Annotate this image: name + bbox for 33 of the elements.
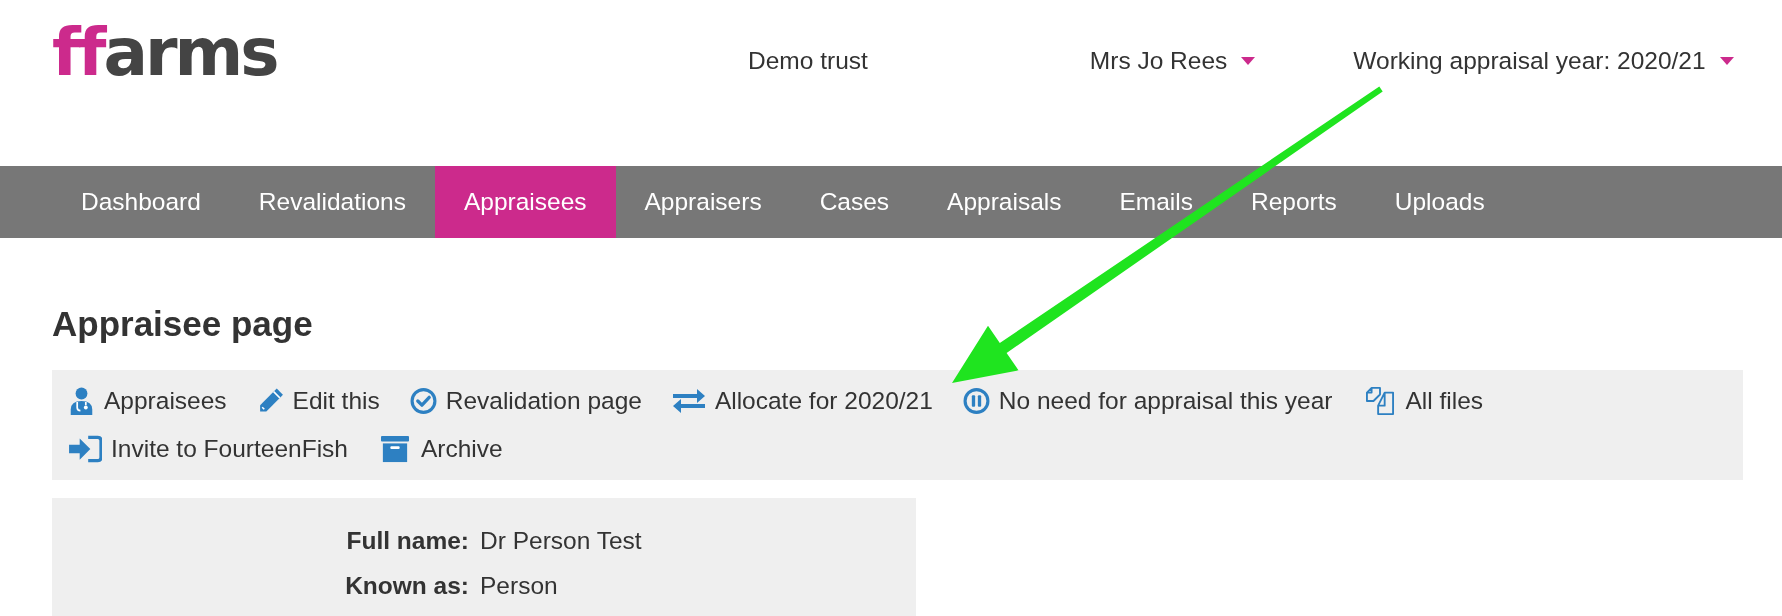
allocate-link[interactable]: Allocate for 2020/21: [671, 377, 933, 425]
field-value: Dr Person Test: [480, 526, 642, 556]
invite-link[interactable]: Invite to FourteenFish: [68, 425, 348, 473]
nav-tab[interactable]: Appraisees: [434, 166, 616, 238]
no-need-link[interactable]: No need for appraisal this year: [962, 377, 1333, 425]
year-menu[interactable]: Working appraisal year: 2020/21: [1353, 46, 1734, 76]
page-title: Appraisee page: [52, 304, 313, 344]
organisation-name: Demo trust: [748, 46, 868, 76]
nav-tab[interactable]: Emails: [1090, 166, 1222, 238]
user-menu[interactable]: Mrs Jo Rees: [1089, 46, 1256, 76]
caret-icon: [1241, 57, 1256, 65]
edit-link[interactable]: Edit this: [256, 377, 380, 425]
nav-tab[interactable]: Uploads: [1365, 166, 1514, 238]
all-files-link[interactable]: All files: [1362, 377, 1484, 425]
doctor-icon: [68, 387, 95, 415]
nav-tab[interactable]: Reports: [1222, 166, 1366, 238]
nav-tab[interactable]: Dashboard: [52, 166, 230, 238]
revalidation-link[interactable]: Revalidation page: [409, 377, 642, 425]
nav-tab[interactable]: Appraisals: [918, 166, 1091, 238]
nav-tab[interactable]: Cases: [790, 166, 919, 238]
archive-link[interactable]: Archive: [377, 425, 503, 473]
field-value: Person: [480, 571, 558, 601]
nav-tab[interactable]: Revalidations: [229, 166, 435, 238]
logo: ffarms: [52, 20, 278, 86]
pause-circle-icon: [962, 387, 990, 415]
appraisees-link[interactable]: Appraisees: [68, 377, 227, 425]
check-circle-icon: [409, 387, 437, 415]
nav-tab[interactable]: Appraisers: [615, 166, 791, 238]
sign-in-icon: [68, 435, 102, 463]
field-label: Known as:: [345, 571, 469, 601]
swap-arrows-icon: [671, 387, 706, 415]
caret-icon: [1719, 57, 1734, 65]
field-label: Full name:: [346, 526, 469, 556]
